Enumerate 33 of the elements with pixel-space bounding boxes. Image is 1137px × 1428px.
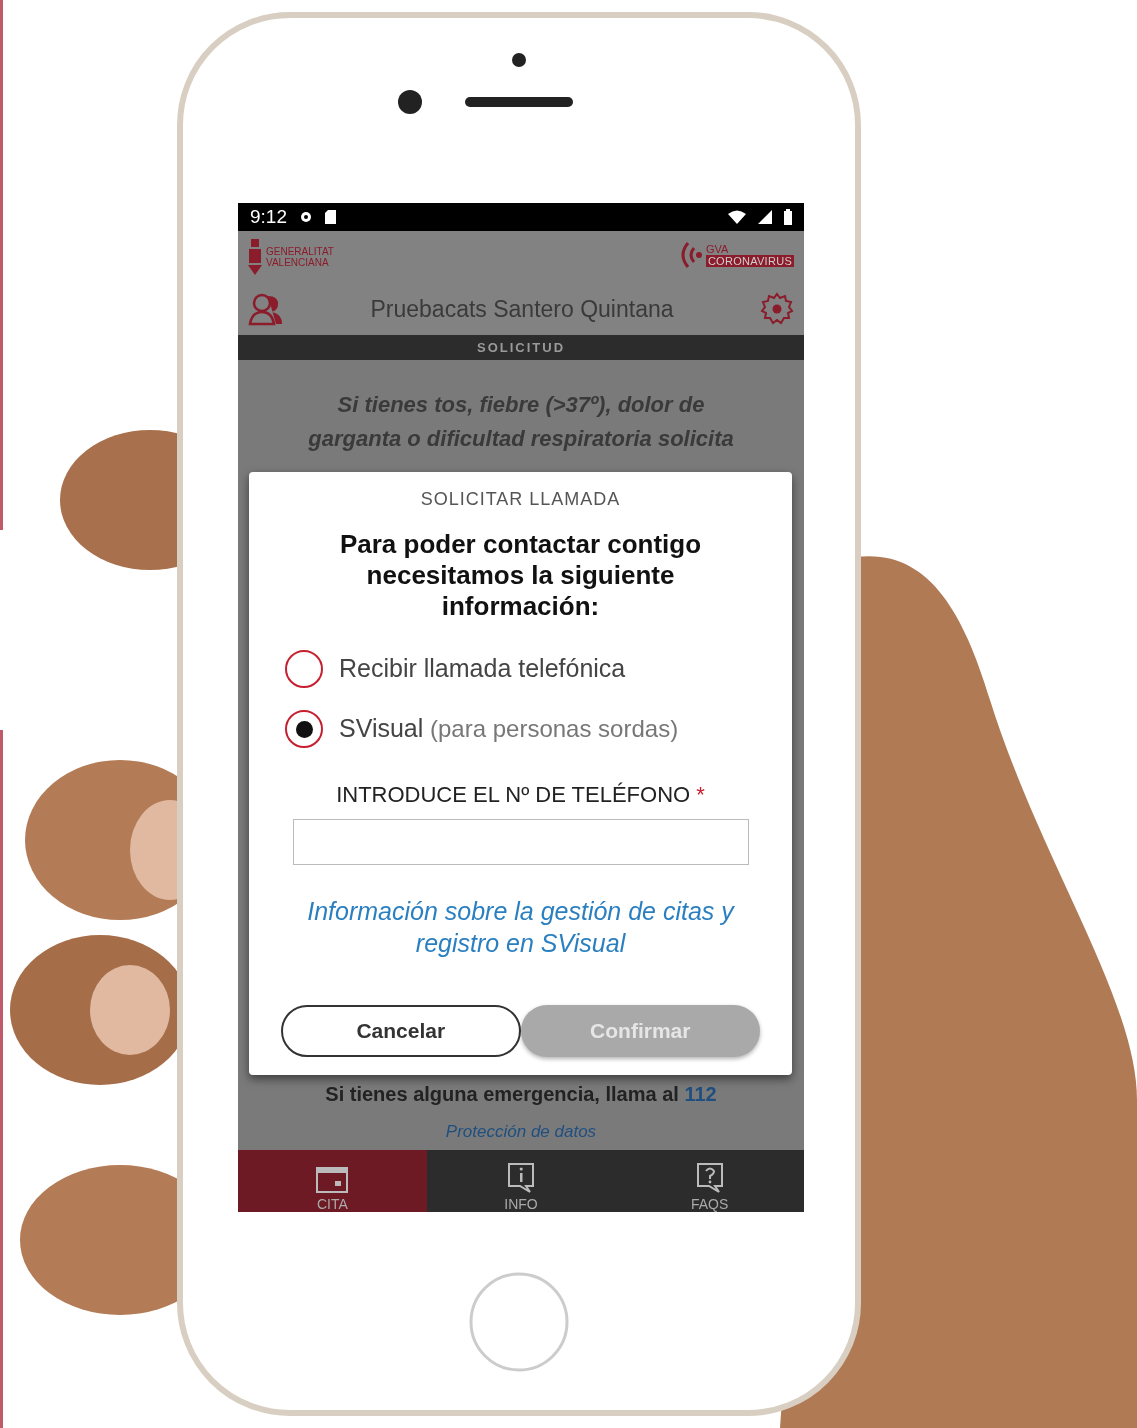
radio-option[interactable]: SVisual (para personas sordas) — [285, 710, 792, 748]
battery-icon — [784, 209, 792, 225]
logo-text: GENERALITAT — [266, 246, 334, 257]
wifi-icon — [728, 210, 746, 224]
info-link[interactable]: Información sobre la gestión de citas y registro en SVisual — [280, 895, 761, 959]
emergency-text: Si tienes alguna emergencia, llama al 112 — [325, 1081, 717, 1107]
notice-text: garganta o dificultad respiratoria solicita — [308, 425, 734, 453]
settings-icon[interactable] — [760, 292, 794, 326]
coat-of-arms-icon — [248, 239, 262, 275]
phone-input[interactable] — [292, 819, 749, 865]
nav-tab[interactable]: CITA — [238, 1150, 427, 1212]
calendar-icon — [315, 1164, 350, 1194]
notice-text: Si tienes tos, fiebre (>37º), dolor de — [337, 391, 705, 419]
cancel-button[interactable]: Cancelar — [281, 1005, 521, 1057]
signal-icon — [758, 210, 772, 224]
dialog-heading: Para poder contactar contigo necesitamos la siguiente información: — [338, 529, 703, 622]
radio-option[interactable]: Recibir llamada telefónica — [285, 650, 792, 688]
sd-card-icon — [325, 210, 336, 224]
info-icon — [506, 1162, 536, 1194]
proximity-sensor — [512, 53, 526, 67]
help-icon — [694, 1162, 725, 1194]
logo-text: GVA — [705, 243, 730, 255]
dialog-title: SOLICITAR LLAMADA — [420, 488, 621, 511]
clock-text: 9:12 — [250, 204, 287, 229]
user-name: Pruebacats Santero Quintana — [370, 294, 674, 324]
section-title: SOLICITUD — [476, 338, 566, 357]
user-icon[interactable] — [248, 292, 284, 326]
front-camera — [398, 90, 422, 114]
radio-button[interactable] — [285, 650, 323, 688]
radio-button[interactable] — [285, 710, 323, 748]
field-label: INTRODUCE EL Nº DE TELÉFONO * — [336, 781, 705, 809]
logo-text: VALENCIANA — [266, 257, 330, 268]
logo-badge: CORONAVIRUS — [705, 255, 794, 267]
